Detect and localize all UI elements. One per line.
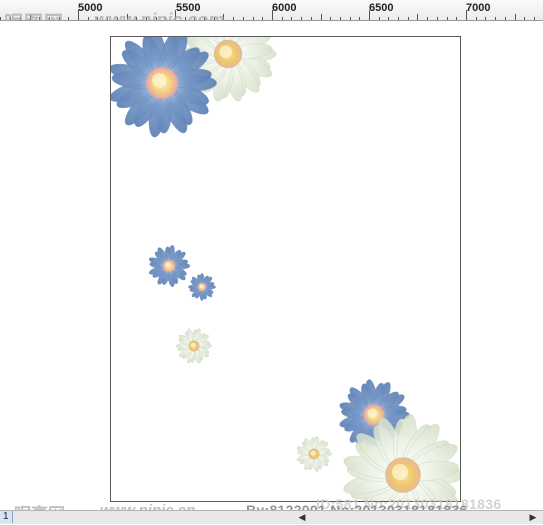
page-navigator-bar: 1 ◀ ▶: [0, 510, 543, 524]
ruler-tick: [68, 17, 69, 20]
ruler-tick: [272, 10, 273, 20]
ruler-tick: [243, 17, 244, 20]
ruler-tick: [447, 17, 448, 20]
scroll-left-icon[interactable]: ◀: [296, 511, 308, 523]
ruler-tick: [340, 17, 341, 20]
ruler-tick: [534, 17, 535, 20]
blue-flower: [188, 273, 216, 301]
ruler-label-6500: 6500: [369, 2, 394, 14]
blue-flower: [111, 37, 217, 138]
ruler-tick: [359, 17, 360, 20]
white-flower: [175, 328, 213, 364]
ruler-tick: [330, 17, 331, 20]
ruler-tick: [88, 17, 89, 20]
ruler-tick: [495, 17, 496, 20]
document-page[interactable]: [110, 36, 461, 502]
ruler-tick: [515, 14, 516, 20]
ruler-tick: [282, 17, 283, 20]
ruler-tick: [78, 10, 79, 20]
ruler-tick: [427, 17, 428, 20]
ruler-tick: [476, 17, 477, 20]
horizontal-ruler[interactable]: 5000 5500 6000 6500 7000: [0, 0, 543, 21]
ruler-tick: [456, 17, 457, 20]
ruler-label-7000: 7000: [466, 2, 491, 14]
ruler-tick: [437, 17, 438, 20]
ruler-tick: [505, 17, 506, 20]
ruler-tick: [466, 10, 467, 20]
page-tab[interactable]: 1: [0, 511, 13, 523]
ruler-tick: [417, 14, 418, 20]
ruler-tick: [388, 17, 389, 20]
ruler-tick: [369, 10, 370, 20]
ruler-tick: [398, 17, 399, 20]
flower-artwork: [111, 37, 460, 501]
ruler-tick: [253, 17, 254, 20]
ruler-tick: [524, 17, 525, 20]
ruler-label-6000: 6000: [272, 2, 297, 14]
white-flower: [296, 436, 333, 472]
ruler-tick: [350, 17, 351, 20]
ruler-tick: [0, 17, 1, 20]
ruler-tick: [301, 17, 302, 20]
ruler-tick: [262, 17, 263, 20]
blue-flower: [148, 245, 191, 287]
scroll-right-icon[interactable]: ▶: [527, 511, 539, 523]
ruler-tick: [291, 17, 292, 20]
ruler-tick: [233, 17, 234, 20]
ruler-tick: [379, 17, 380, 20]
ruler-tick: [311, 17, 312, 20]
ruler-tick: [408, 17, 409, 20]
drawing-canvas[interactable]: [0, 21, 543, 511]
ruler-tick: [321, 14, 322, 20]
ruler-tick: [485, 17, 486, 20]
